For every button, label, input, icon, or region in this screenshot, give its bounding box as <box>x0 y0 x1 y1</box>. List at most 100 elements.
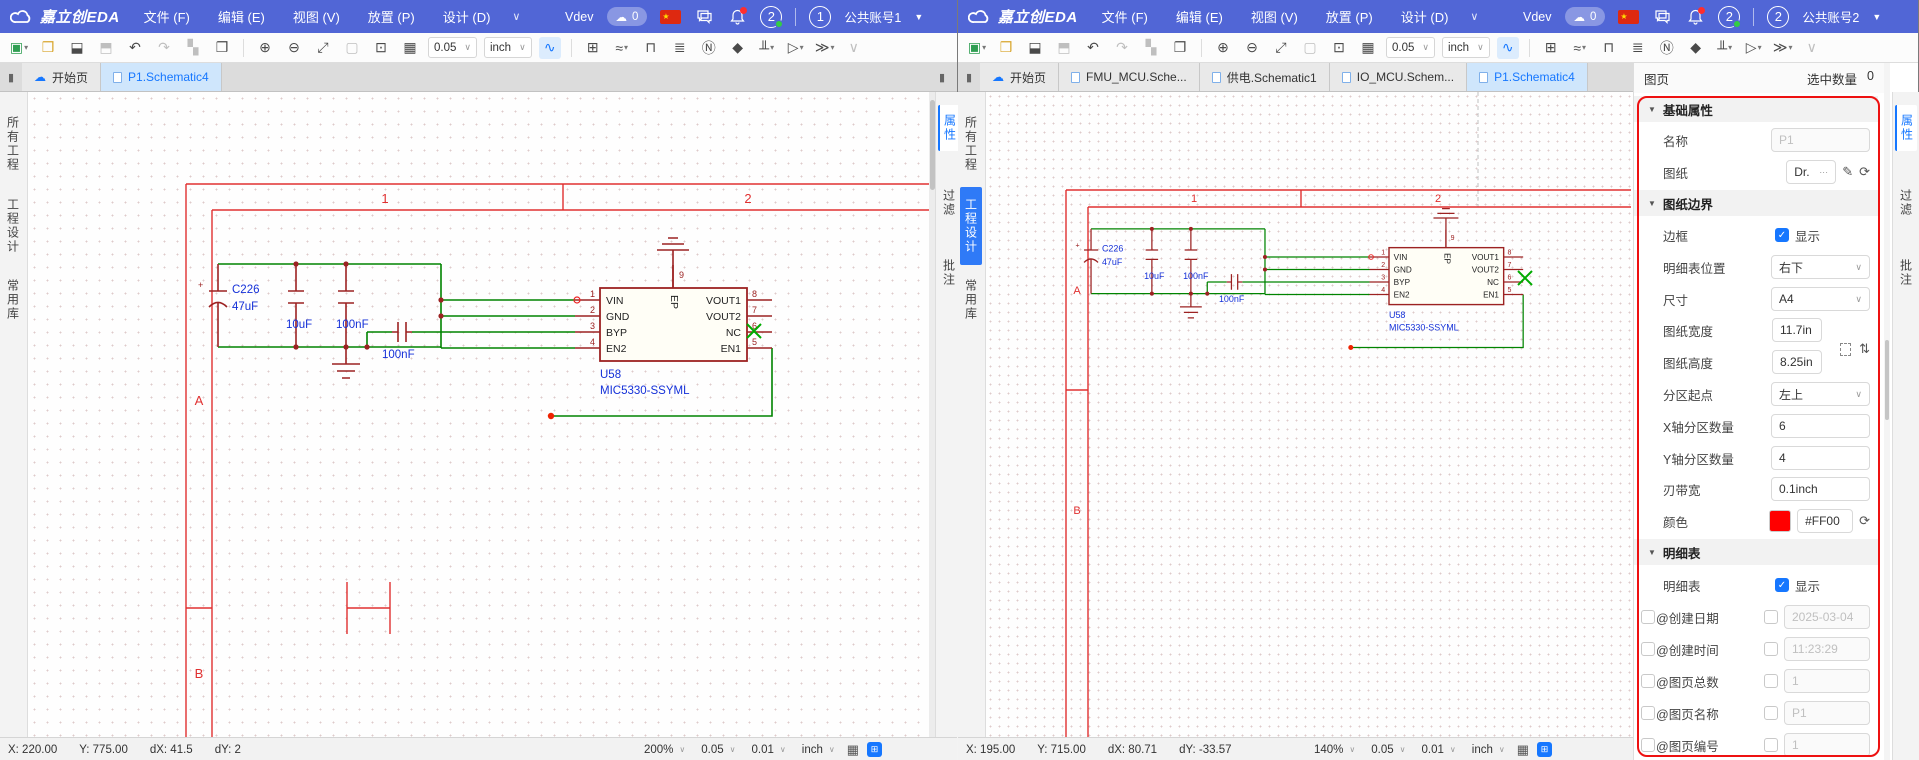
save-all-button[interactable]: ⬒ <box>1053 37 1075 59</box>
account-dropdown-caret[interactable]: ▼ <box>914 12 923 22</box>
attr-value-checkbox[interactable] <box>1764 610 1778 624</box>
document-tab-P1-Schematic4[interactable]: P1.Schematic4 <box>1467 63 1588 91</box>
section-sheet-border[interactable]: ▼图纸边界 <box>1634 190 1878 216</box>
account-avatar[interactable]: 1 <box>809 6 831 28</box>
account-name[interactable]: 公共账号1 <box>844 7 901 26</box>
dock-tab-批注[interactable]: 批注 <box>1895 250 1917 296</box>
menu-overflow-caret[interactable]: ∨ <box>512 10 520 23</box>
x-zones-field[interactable] <box>1771 414 1870 438</box>
snap-size-select[interactable]: 0.01∨ <box>748 740 790 759</box>
document-tab----[interactable]: ☁开始页 <box>980 63 1059 91</box>
dock-tab-常用库[interactable]: 常用库 <box>960 269 982 331</box>
frame-select-button[interactable]: ▢ <box>1299 37 1321 59</box>
place-bus-button[interactable]: ≫▾ <box>814 37 836 59</box>
refresh-color-icon[interactable]: ⟳ <box>1859 513 1870 529</box>
undo-button[interactable]: ↶ <box>124 37 146 59</box>
color-swatch[interactable] <box>1769 510 1791 532</box>
place-bus-button[interactable]: ≫▾ <box>1772 37 1794 59</box>
new-file-button[interactable]: ▣▾ <box>8 37 30 59</box>
margin-width-field[interactable] <box>1771 477 1870 501</box>
align-button[interactable]: ▚ <box>182 37 204 59</box>
menu-item-0[interactable]: 文件 (F) <box>144 7 190 26</box>
redo-button[interactable]: ↷ <box>153 37 175 59</box>
toolbar-grid-select[interactable]: 0.05∨ <box>428 37 477 58</box>
grid-toggle-button[interactable]: ▦ <box>1357 37 1379 59</box>
copy-button[interactable]: ❐ <box>211 37 233 59</box>
dock-tab-工程设计[interactable]: 工程设计 <box>960 187 982 265</box>
place-power-button[interactable]: ╨▾ <box>1714 37 1736 59</box>
schematic-canvas-left[interactable]: + <box>28 92 929 737</box>
frame-select-button[interactable]: ▢ <box>341 37 363 59</box>
zoom-in-button[interactable]: ⊕ <box>1212 37 1234 59</box>
dock-tab-过滤[interactable]: 过滤 <box>1895 180 1917 226</box>
attr-checkbox[interactable] <box>1641 642 1655 656</box>
zoom-fit-button[interactable]: ⤢ <box>312 37 334 59</box>
attr-value-checkbox[interactable] <box>1764 674 1778 688</box>
redo-button[interactable]: ↷ <box>1111 37 1133 59</box>
cloud-sync-badge[interactable]: ☁0 <box>607 7 648 26</box>
grid-toggle-button[interactable]: ▦ <box>399 37 421 59</box>
canvas-settings-icon[interactable]: ⊞ <box>867 742 882 757</box>
zone-origin-select[interactable]: 左上∨ <box>1771 382 1870 406</box>
document-tab----[interactable]: ☁开始页 <box>22 63 101 91</box>
place-netport-button[interactable]: ⊓ <box>1598 37 1620 59</box>
zoom-out-button[interactable]: ⊖ <box>1241 37 1263 59</box>
link-dimensions-icon[interactable] <box>1840 343 1851 356</box>
place-netflag-button[interactable]: Ⓝ <box>1656 37 1678 59</box>
sheet-height-field[interactable] <box>1772 350 1822 374</box>
canvas-settings-icon[interactable]: ⊞ <box>1537 742 1552 757</box>
zoom-level-select[interactable]: 140%∨ <box>1310 740 1359 759</box>
place-component-button[interactable]: ⊞ <box>582 37 604 59</box>
section-bom[interactable]: ▼明细表 <box>1634 539 1878 565</box>
unit-select[interactable]: inch∨ <box>798 740 839 759</box>
grid-icon[interactable]: ▦ <box>847 742 859 758</box>
schematic-canvas-right[interactable]: 1 2 A B <box>986 92 1633 737</box>
menu-item-1[interactable]: 编辑 (E) <box>1176 7 1223 26</box>
dock-tab-所有工程[interactable]: 所有工程 <box>960 105 982 183</box>
china-flag-icon[interactable]: ★ <box>660 10 681 24</box>
unit-select[interactable]: inch∨ <box>1468 740 1509 759</box>
place-netlabel-button[interactable]: ≣ <box>1627 37 1649 59</box>
bom-show-checkbox[interactable]: ✓ <box>1775 578 1789 592</box>
dock-tab-常用库[interactable]: 常用库 <box>2 269 24 331</box>
toolbar-overflow-button[interactable]: ∨ <box>843 37 865 59</box>
attr-value-checkbox[interactable] <box>1764 738 1778 752</box>
y-zones-field[interactable] <box>1771 446 1870 470</box>
open-folder-button[interactable]: ❒ <box>37 37 59 59</box>
menu-item-4[interactable]: 设计 (D) <box>443 7 491 26</box>
wire-tool-button[interactable]: ∿ <box>539 37 561 59</box>
chat-icon[interactable] <box>694 7 714 27</box>
sheet-select[interactable]: Dr.··· <box>1786 160 1836 184</box>
attr-value-field[interactable] <box>1784 733 1870 757</box>
account-dropdown-caret[interactable]: ▼ <box>1872 12 1881 22</box>
toolbar-overflow-button[interactable]: ∨ <box>1801 37 1823 59</box>
grid-size-select[interactable]: 0.05∨ <box>697 740 739 759</box>
menu-item-3[interactable]: 放置 (P) <box>1326 7 1373 26</box>
attr-value-field[interactable] <box>1784 637 1870 661</box>
place-netlabel-button[interactable]: ≣ <box>669 37 691 59</box>
menu-item-2[interactable]: 视图 (V) <box>1251 7 1298 26</box>
menu-overflow-caret[interactable]: ∨ <box>1470 10 1478 23</box>
undo-button[interactable]: ↶ <box>1082 37 1104 59</box>
place-resistor-button[interactable]: ≈▾ <box>611 37 633 59</box>
open-folder-button[interactable]: ❒ <box>995 37 1017 59</box>
edit-pencil-icon[interactable]: ✎ <box>1842 164 1853 180</box>
toolbar-grid-select[interactable]: 0.05∨ <box>1386 37 1435 58</box>
attr-value-field[interactable] <box>1784 701 1870 725</box>
dock-tab-过滤[interactable]: 过滤 <box>938 180 960 226</box>
save-button[interactable]: ⬓ <box>1024 37 1046 59</box>
place-junction-button[interactable]: ◆ <box>1685 37 1707 59</box>
zoom-out-button[interactable]: ⊖ <box>283 37 305 59</box>
swap-dimensions-icon[interactable]: ⇅ <box>1859 341 1870 357</box>
attr-value-field[interactable] <box>1784 669 1870 693</box>
attr-checkbox[interactable] <box>1641 610 1655 624</box>
attr-value-checkbox[interactable] <box>1764 642 1778 656</box>
place-netport-button[interactable]: ⊓ <box>640 37 662 59</box>
document-tab----Schematic1[interactable]: 供电.Schematic1 <box>1200 63 1330 91</box>
wire-tool-button[interactable]: ∿ <box>1497 37 1519 59</box>
menu-item-4[interactable]: 设计 (D) <box>1401 7 1449 26</box>
notification-bell-icon[interactable] <box>727 7 747 27</box>
toolbar-unit-select[interactable]: inch∨ <box>484 37 532 58</box>
frame-show-checkbox[interactable]: ✓ <box>1775 228 1789 242</box>
place-junction-button[interactable]: ◆ <box>727 37 749 59</box>
